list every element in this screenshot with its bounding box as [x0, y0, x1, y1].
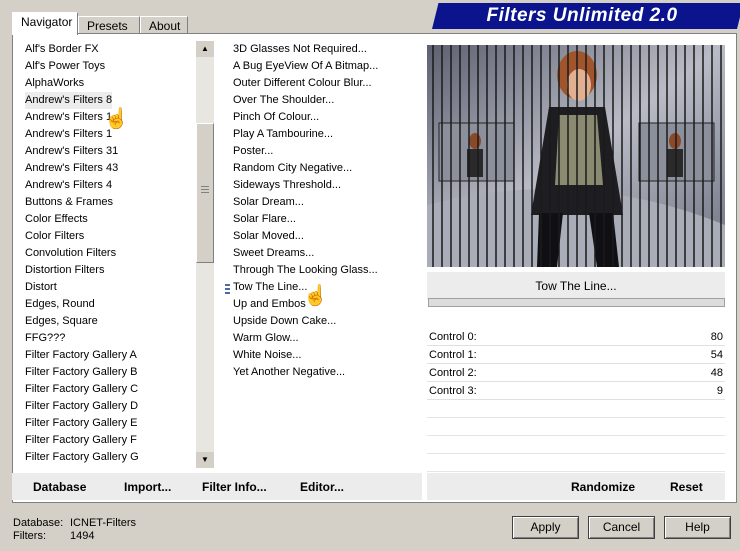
scroll-up-icon[interactable]: ▲ [196, 41, 214, 57]
empty-control-line [427, 417, 725, 418]
right-button-bar: Randomize Reset [427, 473, 725, 500]
filter-item[interactable]: White Noise... [233, 347, 301, 364]
filter-item[interactable]: Play A Tambourine... [233, 126, 333, 143]
randomize-button[interactable]: Randomize [571, 480, 635, 494]
empty-control-line [427, 453, 725, 454]
category-item[interactable]: Filter Factory Gallery E [25, 415, 137, 432]
category-item[interactable]: Distortion Filters [25, 262, 104, 279]
filter-item[interactable]: Tow The Line... [233, 279, 307, 296]
filter-item[interactable]: Over The Shoulder... [233, 92, 334, 109]
control-slider[interactable]: Control 2: 48 [427, 365, 725, 382]
database-value: ICNET-Filters [70, 517, 136, 529]
category-item[interactable]: Filter Factory Gallery G [25, 449, 139, 466]
help-button[interactable]: Help [664, 516, 731, 539]
database-info: Database: ICNET-Filters [13, 517, 136, 529]
reset-button[interactable]: Reset [670, 480, 703, 494]
filter-item[interactable]: Solar Moved... [233, 228, 304, 245]
control-label: Control 1: [429, 349, 477, 361]
selection-marker-icon [225, 284, 230, 295]
control-value: 54 [710, 349, 723, 361]
empty-control-line [427, 435, 725, 436]
control-label: Control 3: [429, 385, 477, 397]
tab-about[interactable]: About [140, 16, 188, 34]
filters-info: Filters: 1494 [13, 530, 94, 542]
filter-item[interactable]: Sideways Threshold... [233, 177, 341, 194]
empty-control-line [427, 471, 725, 472]
filter-info-button[interactable]: Filter Info... [202, 480, 267, 494]
hand-cursor-icon: ☝ [104, 108, 129, 130]
filters-label: Filters: [13, 530, 46, 542]
category-item[interactable]: Color Effects [25, 211, 88, 228]
filter-item[interactable]: A Bug EyeView Of A Bitmap... [233, 58, 378, 75]
scroll-thumb[interactable] [196, 123, 214, 263]
filter-item[interactable]: Pinch Of Colour... [233, 109, 319, 126]
category-item[interactable]: Filter Factory Gallery F [25, 432, 137, 449]
slider-track[interactable] [427, 381, 725, 382]
category-item[interactable]: Color Filters [25, 228, 84, 245]
filter-item[interactable]: Upside Down Cake... [233, 313, 336, 330]
editor-button[interactable]: Editor... [300, 480, 344, 494]
hand-cursor-icon: ☝ [303, 285, 328, 307]
control-value: 80 [710, 331, 723, 343]
category-item[interactable]: Filter Factory Gallery D [25, 398, 138, 415]
category-item[interactable]: AlphaWorks [25, 75, 84, 92]
import-button[interactable]: Import... [124, 480, 171, 494]
slider-track[interactable] [427, 399, 725, 400]
slider-track[interactable] [427, 363, 725, 364]
filter-item[interactable]: Poster... [233, 143, 273, 160]
app-title: Filters Unlimited 2.0 [486, 5, 678, 26]
tab-navigator[interactable]: Navigator [12, 12, 78, 35]
control-slider[interactable]: Control 0: 80 [427, 329, 725, 346]
filter-item[interactable]: Warm Glow... [233, 330, 299, 347]
control-label: Control 0: [429, 331, 477, 343]
filter-item[interactable]: Random City Negative... [233, 160, 352, 177]
scroll-down-icon[interactable]: ▼ [196, 452, 214, 468]
filter-item[interactable]: Through The Looking Glass... [233, 262, 378, 279]
category-item[interactable]: FFG??? [25, 330, 65, 347]
apply-button[interactable]: Apply [512, 516, 579, 539]
tab-presets[interactable]: Presets [78, 16, 140, 34]
filters-count: 1494 [70, 530, 95, 542]
category-scrollbar[interactable]: ▲ ▼ [196, 41, 214, 468]
category-item[interactable]: Filter Factory Gallery B [25, 364, 137, 381]
category-item[interactable]: Buttons & Frames [25, 194, 113, 211]
category-item[interactable]: Andrew's Filters 31 [25, 143, 118, 160]
filter-item[interactable]: Yet Another Negative... [233, 364, 345, 381]
filter-item[interactable]: Sweet Dreams... [233, 245, 314, 262]
cancel-button[interactable]: Cancel [588, 516, 655, 539]
control-value: 9 [716, 385, 723, 397]
preview-graphic [427, 45, 725, 267]
category-item[interactable]: Filter Factory Gallery C [25, 381, 138, 398]
category-item[interactable]: Andrew's Filters 1 [25, 126, 112, 143]
control-value: 48 [710, 367, 723, 379]
filter-item[interactable]: Solar Dream... [233, 194, 304, 211]
control-slider[interactable]: Control 3: 9 [427, 383, 725, 400]
category-item[interactable]: Distort [25, 279, 57, 296]
control-slider[interactable]: Control 1: 54 [427, 347, 725, 364]
category-item[interactable]: Andrew's Filters 4 [25, 177, 112, 194]
preview-image [427, 45, 725, 267]
filter-name-label: Tow The Line... [427, 272, 725, 300]
left-button-bar: Database Import... Filter Info... Editor… [12, 473, 422, 500]
database-label: Database: [13, 517, 64, 529]
category-item[interactable]: Edges, Round [25, 296, 95, 313]
database-button[interactable]: Database [33, 480, 86, 494]
category-item[interactable]: Alf's Border FX [25, 41, 99, 58]
filter-item[interactable]: Outer Different Colour Blur... [233, 75, 372, 92]
category-item[interactable]: Andrew's Filters 43 [25, 160, 118, 177]
filter-item[interactable]: Solar Flare... [233, 211, 296, 228]
category-item[interactable]: Filter Factory Gallery A [25, 347, 137, 364]
filter-item[interactable]: Up and Embos [233, 296, 306, 313]
progress-bar [428, 298, 725, 307]
grip-icon [201, 186, 209, 194]
control-label: Control 2: [429, 367, 477, 379]
category-item[interactable]: Alf's Power Toys [25, 58, 105, 75]
category-item[interactable]: Andrew's Filters 8 [25, 92, 113, 109]
category-item[interactable]: Convolution Filters [25, 245, 116, 262]
slider-track[interactable] [427, 345, 725, 346]
filter-item[interactable]: 3D Glasses Not Required... [233, 41, 367, 58]
category-item[interactable]: Andrew's Filters 1 [25, 109, 112, 126]
category-item[interactable]: Edges, Square [25, 313, 98, 330]
